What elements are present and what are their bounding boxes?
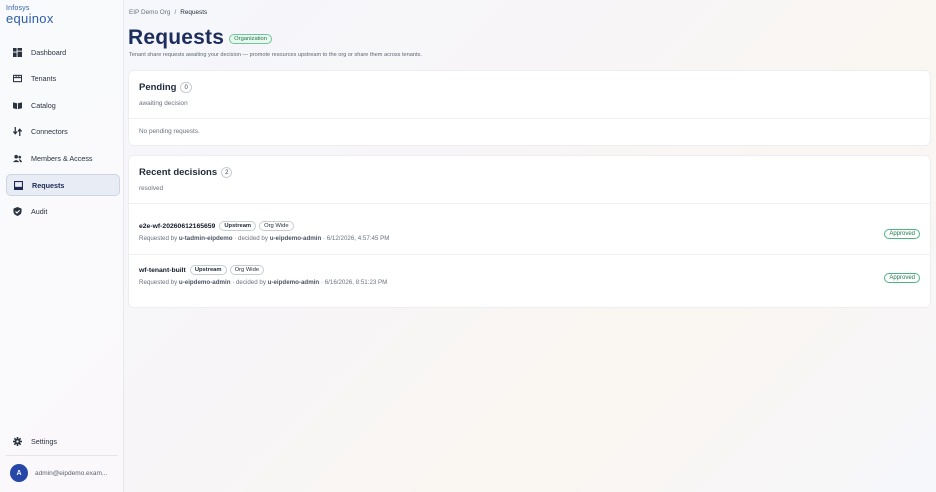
page-title: Requests — [128, 26, 225, 49]
user-email: admin@eipdemo.exam... — [35, 469, 108, 477]
status-badge: Approved — [884, 273, 920, 283]
pending-empty-state: No pending requests. — [139, 128, 200, 135]
brand-logo[interactable]: Infosys equinox — [6, 5, 54, 25]
breadcrumb-separator: / — [174, 9, 177, 16]
direction-tag: Upstream — [189, 265, 227, 275]
sidebar-item-audit[interactable]: Audit — [6, 200, 120, 222]
avatar: A — [10, 464, 28, 482]
decided-by: u-eipdemo-admin — [269, 235, 322, 242]
scope-tag: Org Wide — [229, 265, 265, 275]
request-name: wf-tenant-built — [139, 266, 186, 274]
page-subtitle: Tenant share requests awaiting your deci… — [129, 52, 422, 58]
sidebar-item-catalog[interactable]: Catalog — [6, 94, 120, 116]
decision-timestamp: · 6/12/2026, 4:57:45 PM — [321, 235, 390, 242]
recent-decisions-card: Recent decisions 2 resolved e2e-wf-20260… — [128, 155, 931, 308]
sidebar-item-label: Catalog — [31, 100, 56, 110]
sidebar-divider — [6, 455, 118, 456]
requested-prefix: Requested by — [139, 235, 179, 242]
recent-title: Recent decisions — [139, 167, 218, 178]
sidebar-item-label: Audit — [31, 206, 48, 216]
pending-subtitle: awaiting decision — [139, 100, 188, 107]
members-icon — [13, 154, 22, 163]
audit-icon — [13, 206, 22, 216]
decided-prefix: · decided by — [230, 279, 268, 286]
sidebar-item-requests[interactable]: Requests — [6, 174, 120, 196]
direction-tag: Upstream — [219, 221, 257, 231]
sidebar-item-dashboard[interactable]: Dashboard — [6, 41, 120, 63]
user-menu[interactable]: A admin@eipdemo.exam... — [10, 464, 107, 482]
sidebar-item-label: Dashboard — [31, 47, 67, 57]
breadcrumb-org[interactable]: EIP Demo Org — [129, 9, 170, 16]
sidebar: Infosys equinox Dashboard Tenants Catalo… — [0, 0, 124, 492]
tenants-icon — [13, 74, 22, 83]
pending-header: Pending 0 — [139, 82, 192, 93]
sidebar-item-members-access[interactable]: Members & Access — [6, 147, 120, 169]
pending-card: Pending 0 awaiting decision No pending r… — [128, 70, 931, 146]
requests-icon — [14, 180, 23, 190]
recent-count-badge: 2 — [221, 167, 233, 178]
brand-line2: equinox — [6, 11, 54, 26]
sidebar-item-label: Settings — [31, 436, 57, 446]
sidebar-item-label: Members & Access — [31, 153, 93, 163]
scope-tag: Org Wide — [259, 221, 294, 231]
breadcrumb-current: Requests — [180, 9, 208, 16]
request-name: e2e-wf-20260612165659 — [139, 222, 216, 230]
requested-by: u-eipdemo-admin — [178, 279, 231, 286]
decided-prefix: · decided by — [232, 235, 270, 242]
pending-title: Pending — [139, 82, 177, 93]
request-line1: wf-tenant-built Upstream Org Wide — [139, 265, 265, 275]
sidebar-item-label: Tenants — [31, 73, 57, 83]
sidebar-item-label: Connectors — [31, 126, 68, 136]
pending-count-badge: 0 — [180, 82, 192, 93]
requested-by: u-tadmin-eipdemo — [178, 235, 233, 242]
organization-badge: Organization — [229, 34, 273, 44]
recent-header: Recent decisions 2 — [139, 167, 233, 178]
breadcrumb: EIP Demo Org / Requests — [129, 9, 207, 16]
sidebar-item-tenants[interactable]: Tenants — [6, 67, 120, 89]
title-row: Requests Organization — [128, 26, 273, 50]
table-row[interactable]: wf-tenant-built Upstream Org Wide Reques… — [129, 265, 930, 315]
decision-timestamp: · 6/16/2026, 8:51:23 PM — [319, 279, 388, 286]
recent-divider — [129, 203, 930, 204]
status-badge: Approved — [884, 229, 920, 239]
table-row[interactable]: e2e-wf-20260612165659 Upstream Org Wide … — [129, 221, 930, 271]
dashboard-icon — [13, 47, 22, 57]
gear-icon — [13, 436, 22, 446]
sidebar-item-connectors[interactable]: Connectors — [6, 120, 120, 142]
sidebar-item-label: Requests — [32, 180, 65, 190]
request-meta: Requested by u-eipdemo-admin · decided b… — [139, 279, 387, 286]
sidebar-item-settings[interactable]: Settings — [6, 430, 120, 452]
decided-by: u-eipdemo-admin — [267, 279, 320, 286]
connectors-icon — [13, 126, 22, 136]
pending-divider — [129, 118, 930, 119]
requested-prefix: Requested by — [139, 279, 179, 286]
catalog-icon — [13, 101, 22, 110]
request-meta: Requested by u-tadmin-eipdemo · decided … — [139, 235, 389, 242]
recent-subtitle: resolved — [139, 185, 164, 192]
row-divider — [129, 254, 930, 255]
request-line1: e2e-wf-20260612165659 Upstream Org Wide — [139, 221, 294, 231]
